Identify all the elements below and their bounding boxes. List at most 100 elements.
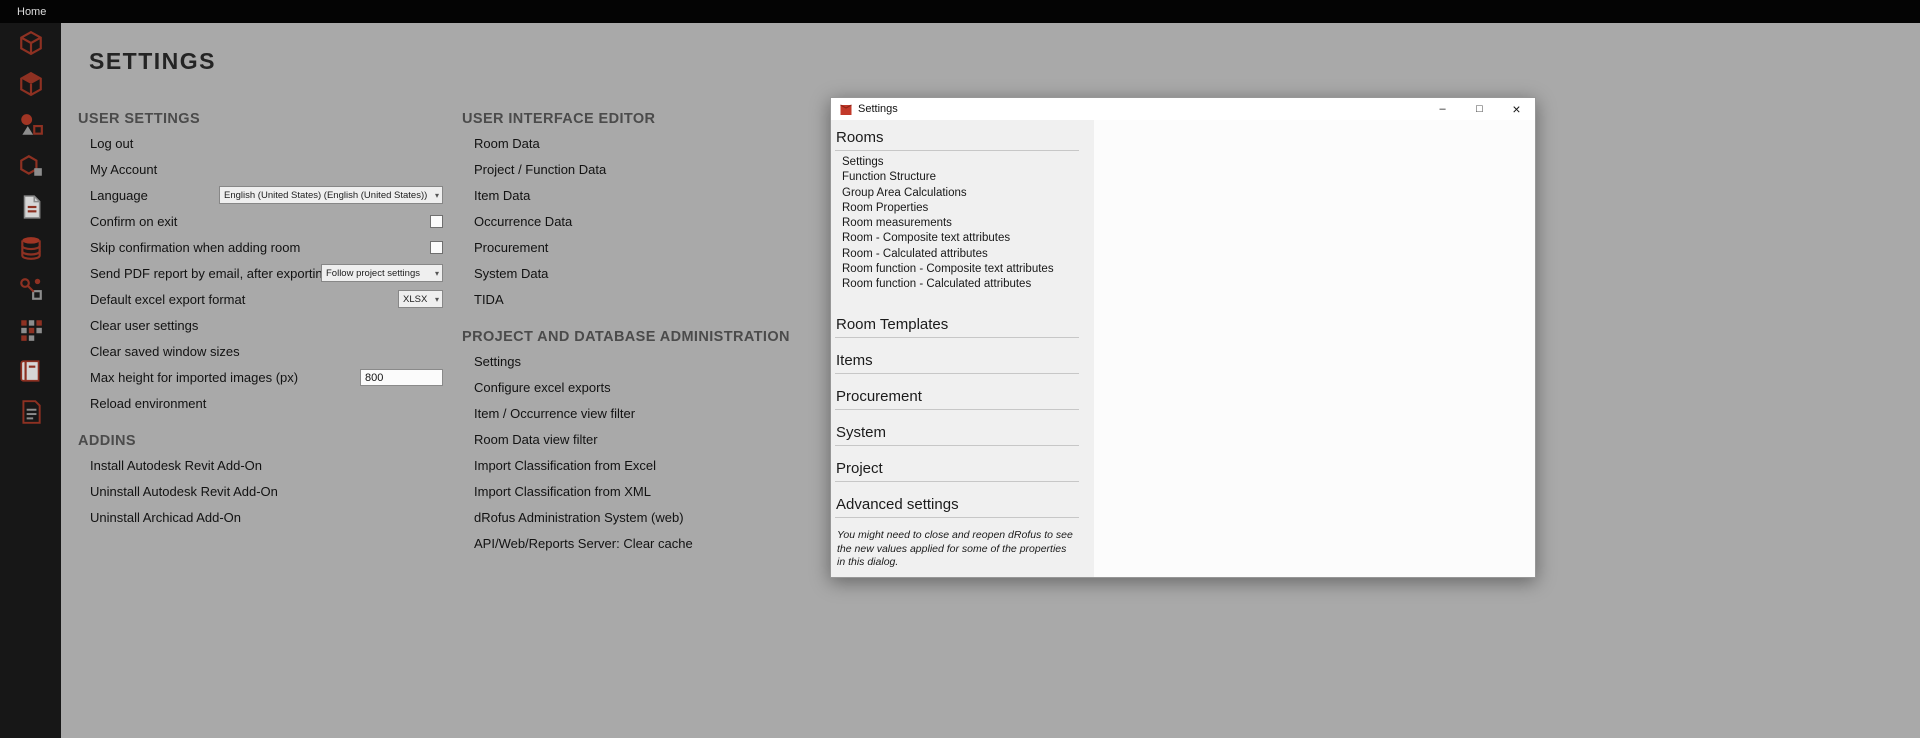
admin-row[interactable]: Configure excel exports bbox=[462, 374, 802, 400]
language-select[interactable]: English (United States) (English (United… bbox=[219, 186, 443, 204]
minimize-icon[interactable]: – bbox=[1424, 98, 1461, 120]
clear-window-sizes-row[interactable]: Clear saved window sizes bbox=[78, 338, 443, 364]
nav-sections: Room Templates Items Procurement System bbox=[835, 315, 1079, 518]
nav-header-rooms[interactable]: Rooms bbox=[835, 128, 1079, 151]
ui-editor-link[interactable]: Occurrence Data bbox=[474, 214, 572, 229]
nav-subitem[interactable]: Room function - Calculated attributes bbox=[842, 277, 1079, 292]
max-image-height-input[interactable]: 800 bbox=[360, 369, 443, 386]
nav-subitem[interactable]: Function Structure bbox=[842, 170, 1079, 185]
ui-editor-link[interactable]: TIDA bbox=[474, 292, 504, 307]
addin-row[interactable]: Install Autodesk Revit Add-On bbox=[78, 452, 443, 478]
item-data-icon[interactable] bbox=[17, 152, 45, 180]
nav-subitem[interactable]: Settings bbox=[842, 155, 1079, 170]
topbar: Home bbox=[0, 0, 1920, 23]
pdf-report-select[interactable]: Follow project settings ▾ bbox=[321, 264, 443, 282]
ui-editor-link[interactable]: System Data bbox=[474, 266, 548, 281]
dialog-titlebar[interactable]: Settings – □ × bbox=[831, 98, 1535, 120]
admin-row[interactable]: Import Classification from Excel bbox=[462, 452, 802, 478]
dialog-body: Rooms Settings Function Structure Group … bbox=[831, 120, 1535, 577]
chevron-down-icon: ▾ bbox=[435, 191, 439, 200]
rooms-subitems: Settings Function Structure Group Area C… bbox=[835, 151, 1079, 302]
nav-header[interactable]: Room Templates bbox=[835, 315, 1079, 338]
my-account-row[interactable]: My Account bbox=[78, 156, 443, 182]
language-select-value: English (United States) (English (United… bbox=[224, 190, 431, 201]
ui-editor-link[interactable]: Project / Function Data bbox=[474, 162, 606, 177]
nav-subitem[interactable]: Group Area Calculations bbox=[842, 186, 1079, 201]
systems-icon[interactable] bbox=[17, 275, 45, 303]
admin-link[interactable]: Settings bbox=[474, 354, 521, 369]
dialog-content-pane bbox=[1094, 120, 1535, 577]
admin-row[interactable]: Import Classification from XML bbox=[462, 478, 802, 504]
admin-link[interactable]: Room Data view filter bbox=[474, 432, 598, 447]
user-settings-header: USER SETTINGS bbox=[78, 108, 443, 130]
addins-list: Install Autodesk Revit Add-On Uninstall … bbox=[78, 452, 443, 530]
nav-header[interactable]: Project bbox=[835, 459, 1079, 482]
nav-subitem[interactable]: Room function - Composite text attribute… bbox=[842, 262, 1079, 277]
max-image-height-row: Max height for imported images (px) 800 bbox=[78, 364, 443, 390]
admin-link[interactable]: Configure excel exports bbox=[474, 380, 611, 395]
addin-row[interactable]: Uninstall Archicad Add-On bbox=[78, 504, 443, 530]
ui-editor-row[interactable]: System Data bbox=[462, 260, 792, 286]
admin-link[interactable]: Import Classification from XML bbox=[474, 484, 651, 499]
admin-link[interactable]: API/Web/Reports Server: Clear cache bbox=[474, 536, 693, 551]
reload-environment-row[interactable]: Reload environment bbox=[78, 390, 443, 416]
rooms-icon[interactable] bbox=[17, 29, 45, 57]
nav-header[interactable]: System bbox=[835, 423, 1079, 446]
max-image-height-label: Max height for imported images (px) bbox=[90, 370, 298, 385]
nav-header[interactable]: Procurement bbox=[835, 387, 1079, 410]
skip-confirmation-checkbox[interactable] bbox=[430, 241, 443, 254]
home-tab[interactable]: Home bbox=[17, 6, 46, 18]
admin-link[interactable]: dRofus Administration System (web) bbox=[474, 510, 684, 525]
admin-link[interactable]: Import Classification from Excel bbox=[474, 458, 656, 473]
clear-user-settings-link[interactable]: Clear user settings bbox=[90, 318, 198, 333]
ui-editor-link[interactable]: Room Data bbox=[474, 136, 540, 151]
nav-subitem[interactable]: Room - Calculated attributes bbox=[842, 247, 1079, 262]
admin-row[interactable]: Settings bbox=[462, 348, 802, 374]
admin-row[interactable]: Item / Occurrence view filter bbox=[462, 400, 802, 426]
ui-editor-row[interactable]: TIDA bbox=[462, 286, 792, 312]
clear-window-sizes-link[interactable]: Clear saved window sizes bbox=[90, 344, 240, 359]
nav-subitem[interactable]: Room Properties bbox=[842, 201, 1079, 216]
nav-subitem[interactable]: Room measurements bbox=[842, 216, 1079, 231]
items-icon[interactable] bbox=[17, 111, 45, 139]
reports-icon[interactable] bbox=[17, 398, 45, 426]
clear-user-settings-row[interactable]: Clear user settings bbox=[78, 312, 443, 338]
ui-editor-link[interactable]: Item Data bbox=[474, 188, 530, 203]
addins-section: ADDINS Install Autodesk Revit Add-On Uni… bbox=[78, 430, 443, 530]
addin-link[interactable]: Uninstall Autodesk Revit Add-On bbox=[90, 484, 278, 499]
nav-subitem[interactable]: Room - Composite text attributes bbox=[842, 231, 1079, 246]
maximize-icon[interactable]: □ bbox=[1461, 98, 1498, 120]
ui-editor-row[interactable]: Occurrence Data bbox=[462, 208, 792, 234]
ui-editor-row[interactable]: Item Data bbox=[462, 182, 792, 208]
admin-row[interactable]: API/Web/Reports Server: Clear cache bbox=[462, 530, 802, 556]
confirm-exit-checkbox[interactable] bbox=[430, 215, 443, 228]
building-icon[interactable] bbox=[17, 316, 45, 344]
documents-icon[interactable] bbox=[17, 193, 45, 221]
nav-header[interactable]: Items bbox=[835, 351, 1079, 374]
ui-editor-link[interactable]: Procurement bbox=[474, 240, 548, 255]
addin-row[interactable]: Uninstall Autodesk Revit Add-On bbox=[78, 478, 443, 504]
ui-editor-row[interactable]: Project / Function Data bbox=[462, 156, 792, 182]
handbook-icon[interactable] bbox=[17, 357, 45, 385]
logout-row[interactable]: Log out bbox=[78, 130, 443, 156]
ui-editor-row[interactable]: Procurement bbox=[462, 234, 792, 260]
ui-editor-section: USER INTERFACE EDITOR Room Data Project … bbox=[462, 108, 792, 312]
finance-icon[interactable] bbox=[17, 234, 45, 262]
room-data-icon[interactable] bbox=[17, 70, 45, 98]
ui-editor-row[interactable]: Room Data bbox=[462, 130, 792, 156]
admin-link[interactable]: Item / Occurrence view filter bbox=[474, 406, 635, 421]
nav-section: Project bbox=[835, 459, 1079, 482]
nav-header[interactable]: Advanced settings bbox=[835, 495, 1079, 518]
excel-format-select-value: XLSX bbox=[403, 294, 431, 305]
admin-section: PROJECT AND DATABASE ADMINISTRATION Sett… bbox=[462, 326, 802, 556]
excel-format-select[interactable]: XLSX ▾ bbox=[398, 290, 443, 308]
admin-row[interactable]: dRofus Administration System (web) bbox=[462, 504, 802, 530]
addin-link[interactable]: Install Autodesk Revit Add-On bbox=[90, 458, 262, 473]
close-icon[interactable]: × bbox=[1498, 98, 1535, 120]
addin-link[interactable]: Uninstall Archicad Add-On bbox=[90, 510, 241, 525]
nav-section: Advanced settings bbox=[835, 495, 1079, 518]
my-account-link[interactable]: My Account bbox=[90, 162, 157, 177]
reload-environment-link[interactable]: Reload environment bbox=[90, 396, 206, 411]
logout-link[interactable]: Log out bbox=[90, 136, 133, 151]
admin-row[interactable]: Room Data view filter bbox=[462, 426, 802, 452]
